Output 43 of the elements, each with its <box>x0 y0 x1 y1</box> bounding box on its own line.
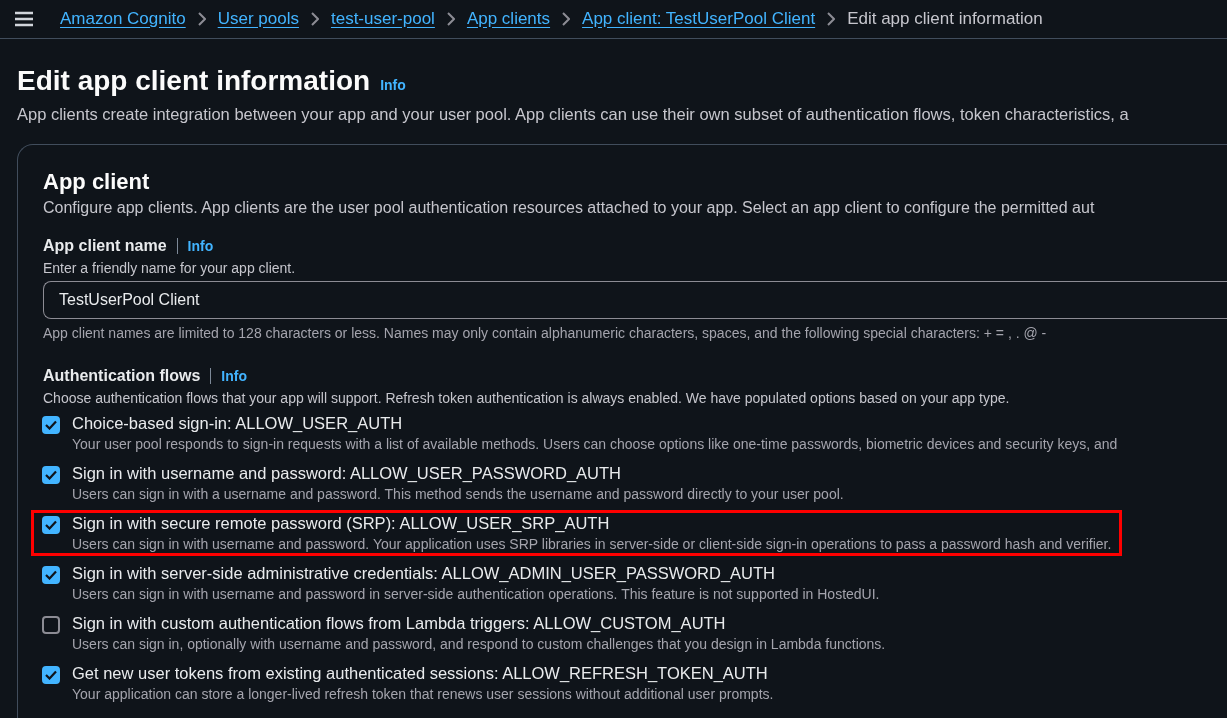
section-title: App client <box>43 169 151 195</box>
breadcrumb-link[interactable]: App clients <box>466 9 551 29</box>
info-link[interactable]: Info <box>221 368 247 384</box>
checkbox[interactable] <box>42 516 60 534</box>
chevron-icon <box>310 12 319 26</box>
breadcrumb-link[interactable]: test-user-pool <box>330 9 435 29</box>
current-page-label: Edit app client information <box>847 9 1043 29</box>
option-label: Sign in with custom authentication flows from Lambda triggers: ALLOW_CUSTOM_AUTH <box>72 614 727 633</box>
option-description: Users can sign in with a username and password. This method sends the username and password directly to your user pool. <box>72 486 844 502</box>
option-label: Sign in with secure remote password (SRP): ALLOW_USER_SRP_AUTH <box>72 514 611 533</box>
field-hint: Enter a friendly name for your app client. <box>43 260 297 276</box>
field-label: Authentication flows <box>43 367 201 385</box>
field-label: App client name <box>43 237 167 255</box>
checkbox[interactable] <box>42 666 60 684</box>
breadcrumb-link[interactable]: User pools <box>217 9 299 29</box>
info-link[interactable]: Info <box>380 77 406 93</box>
app-client-name-field[interactable]: TestUserPool Client <box>43 281 1227 319</box>
section-description: Configure app clients. App clients are the user pool authentication resources attached to your app. Select an app client to configure the permitted aut <box>43 199 1096 217</box>
option-description: Users can sign in, optionally with username and password, and respond to custom challenges that you design in Lambda functions. <box>72 636 886 652</box>
chevron-icon <box>827 12 836 26</box>
menu-icon[interactable] <box>14 11 34 27</box>
option-label: Sign in with username and password: ALLOW_USER_PASSWORD_AUTH <box>72 464 622 483</box>
chevron-icon <box>562 12 571 26</box>
option-description: Users can sign in with username and password in server-side authentication operations. This feature is not supported in HostedUI. <box>72 586 880 602</box>
checkbox[interactable] <box>42 616 60 634</box>
page-title: Edit app client information <box>17 65 371 97</box>
chevron-icon <box>197 12 206 26</box>
page-description: App clients create integration between your app and your user pool. App clients can use their own subset of authentication flows, token characteristics, a <box>17 105 1130 124</box>
checkbox[interactable] <box>42 566 60 584</box>
chevron-icon <box>446 12 455 26</box>
field-hint: Choose authentication flows that your app will support. Refresh token authentication is always enabled. We have populated options based on your app type. <box>43 390 1011 406</box>
option-description: Your application can store a longer-lived refresh token that renews user sessions without additional user prompts. <box>72 686 774 702</box>
field-constraint: App client names are limited to 128 characters or less. Names may only contain alphanumeric characters, spaces, and the following special characters: + = , . @ - <box>43 325 1048 341</box>
breadcrumb-link[interactable]: App client: TestUserPool Client <box>582 9 816 29</box>
option-description: Users can sign in with username and password. Your application uses SRP libraries in server-side or client-side sign-in operations to pass a password hash and verifier. <box>72 536 1112 552</box>
option-label: Sign in with server-side administrative credentials: ALLOW_ADMIN_USER_PASSWORD_AUTH <box>72 564 776 583</box>
checkbox[interactable] <box>42 416 60 434</box>
breadcrumb-link[interactable]: Amazon Cognito <box>60 9 186 29</box>
option-label: Choice-based sign-in: ALLOW_USER_AUTH <box>72 414 404 433</box>
option-label: Get new user tokens from existing authenticated sessions: ALLOW_REFRESH_TOKEN_AUTH <box>72 664 769 683</box>
option-description: Your user pool responds to sign-in requests with a list of available methods. Users can choose options like one-time passwords, biometric devices and security keys, and <box>72 436 1118 452</box>
info-link[interactable]: Info <box>187 238 214 254</box>
checkbox[interactable] <box>42 466 60 484</box>
